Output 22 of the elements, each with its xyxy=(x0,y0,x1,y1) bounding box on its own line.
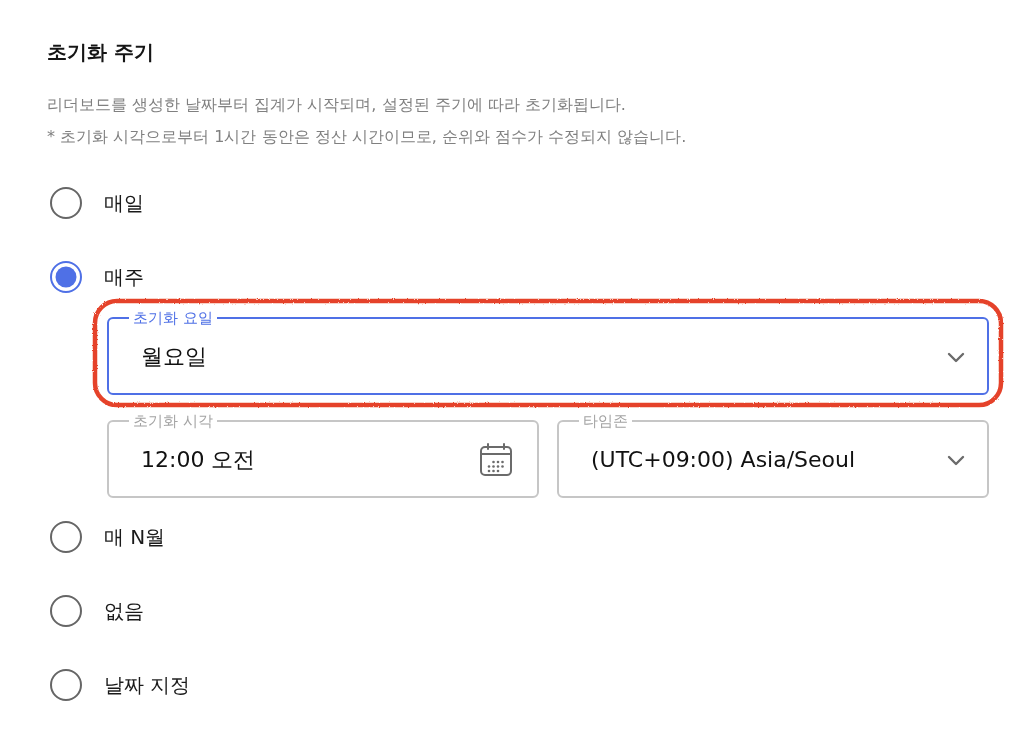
field-label: 초기화 요일 xyxy=(132,309,214,327)
chevron-down-icon xyxy=(947,454,965,466)
radio-label[interactable]: 매 N월 xyxy=(104,524,166,550)
description-text: * 초기화 시각으로부터 1시간 동안은 정산 시간이므로, 순위와 점수가 수정되지 않습니다. xyxy=(47,126,688,148)
section-title: 초기화 주기 xyxy=(47,39,155,66)
radio-button[interactable] xyxy=(50,187,82,219)
field-label: 타임존 xyxy=(582,412,629,430)
select-field[interactable]: 초기화 요일 월요일 xyxy=(107,309,989,395)
select-field[interactable]: 타임존 (UTC+09:00) Asia/Seoul xyxy=(557,412,989,498)
radio-button[interactable] xyxy=(50,595,82,627)
radio-button[interactable] xyxy=(50,261,82,293)
calendar-icon xyxy=(479,443,513,477)
radio-label[interactable]: 없음 xyxy=(104,598,144,624)
radio-label[interactable]: 날짜 지정 xyxy=(104,672,191,698)
chevron-down-icon xyxy=(947,351,965,363)
field-label: 초기화 시각 xyxy=(132,412,214,430)
radio-button[interactable] xyxy=(50,669,82,701)
radio-button[interactable] xyxy=(50,521,82,553)
description-text: 리더보드를 생성한 날짜부터 집계가 시작되며, 설정된 주기에 따라 초기화됩니다. xyxy=(47,94,627,116)
time-field[interactable]: 초기화 시각 12:00 오전 xyxy=(107,412,539,498)
radio-label[interactable]: 매주 xyxy=(104,264,144,290)
radio-label[interactable]: 매일 xyxy=(104,190,144,216)
